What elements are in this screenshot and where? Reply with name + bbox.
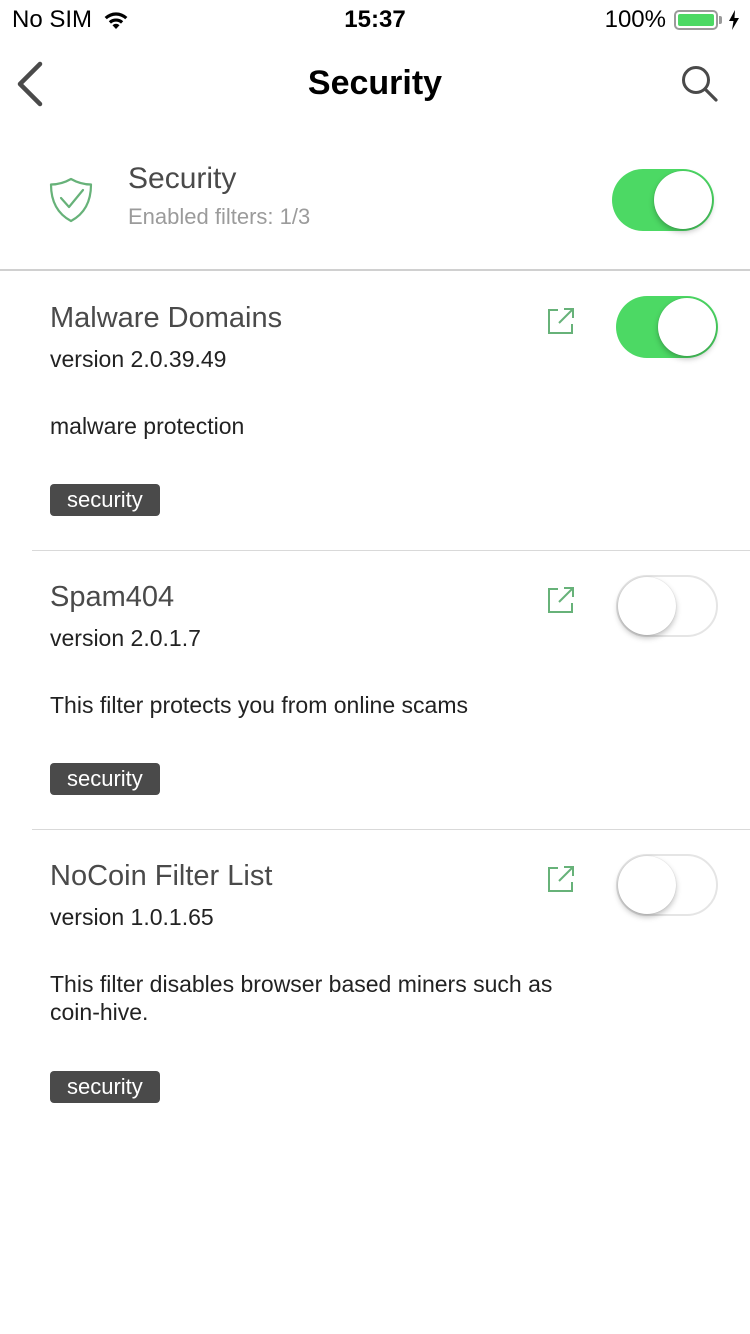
search-button[interactable] bbox=[680, 64, 720, 104]
filter-toggle[interactable] bbox=[616, 296, 718, 358]
nav-bar: Security bbox=[0, 40, 750, 128]
filter-name: Spam404 bbox=[50, 581, 175, 613]
filter-toggle[interactable] bbox=[616, 854, 718, 916]
battery-percent: 100% bbox=[604, 6, 666, 33]
toggle-knob bbox=[654, 171, 712, 229]
battery-fill bbox=[678, 14, 714, 26]
group-header: Security Enabled filters: 1/3 bbox=[0, 140, 750, 270]
page-title: Security bbox=[307, 64, 443, 102]
filter-item-spam404: Spam404 version 2.0.1.7 This filter prot… bbox=[0, 551, 750, 829]
group-subtitle: Enabled filters: 1/3 bbox=[128, 204, 311, 229]
bolt-icon bbox=[729, 10, 739, 30]
filter-description: This filter protects you from online sca… bbox=[50, 692, 468, 718]
group-toggle[interactable] bbox=[612, 169, 714, 231]
filter-toggle[interactable] bbox=[616, 575, 718, 637]
filter-tag[interactable]: security bbox=[50, 484, 160, 516]
filter-item-nocoin: NoCoin Filter List version 1.0.1.65 This… bbox=[0, 830, 750, 1130]
open-link-button[interactable] bbox=[546, 585, 576, 615]
toggle-knob bbox=[618, 577, 676, 635]
battery-icon bbox=[674, 10, 718, 30]
toggle-knob bbox=[618, 856, 676, 914]
filter-version: version 1.0.1.65 bbox=[50, 904, 214, 930]
search-icon bbox=[682, 66, 718, 102]
shield-check-icon bbox=[49, 177, 93, 223]
external-link-icon bbox=[548, 308, 574, 334]
filter-description: This filter disables browser based miner… bbox=[50, 971, 553, 1025]
battery-cap bbox=[719, 16, 722, 24]
external-link-icon bbox=[548, 866, 574, 892]
group-title: Security bbox=[128, 162, 237, 195]
filter-name: Malware Domains bbox=[50, 302, 283, 334]
filter-description: malware protection bbox=[50, 413, 245, 439]
filter-tag[interactable]: security bbox=[50, 763, 160, 795]
filter-name: NoCoin Filter List bbox=[50, 860, 273, 892]
filter-version: version 2.0.1.7 bbox=[50, 625, 201, 651]
status-right: 100% bbox=[605, 6, 740, 34]
header-divider bbox=[0, 269, 750, 271]
filter-version: version 2.0.39.49 bbox=[50, 346, 227, 372]
open-link-button[interactable] bbox=[546, 306, 576, 336]
open-link-button[interactable] bbox=[546, 864, 576, 894]
filter-tag[interactable]: security bbox=[50, 1071, 160, 1103]
filter-item-malware-domains: Malware Domains version 2.0.39.49 malwar… bbox=[0, 272, 750, 550]
toggle-knob bbox=[658, 298, 716, 356]
status-bar: No SIM 15:37 100% bbox=[0, 0, 750, 40]
external-link-icon bbox=[548, 587, 574, 613]
